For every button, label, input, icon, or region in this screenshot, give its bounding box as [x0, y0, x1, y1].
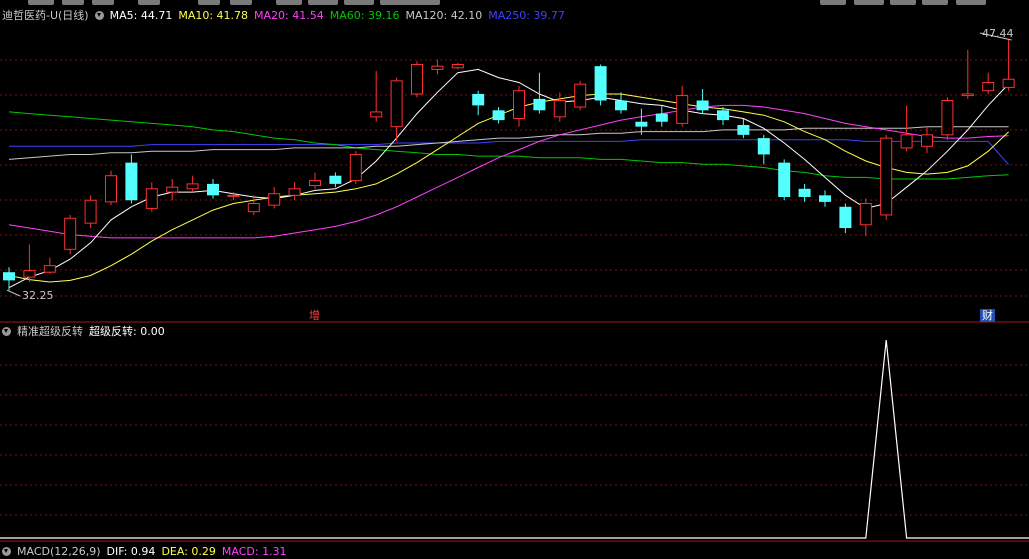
- candle-body[interactable]: [594, 66, 607, 101]
- candle-body[interactable]: [574, 83, 587, 108]
- candle-body[interactable]: [513, 90, 525, 119]
- indicator-panel-header: 精准超级反转 超级反转: 0.00: [2, 325, 171, 339]
- candle-body[interactable]: [819, 195, 831, 202]
- candle-body[interactable]: [431, 65, 444, 70]
- candle-body[interactable]: [43, 265, 56, 273]
- ma10-label: MA10: 41.78: [178, 9, 249, 22]
- candle-body[interactable]: [982, 82, 995, 92]
- candle-body[interactable]: [84, 199, 97, 224]
- candle-body[interactable]: [798, 188, 811, 197]
- ma10-line: [8, 93, 1009, 283]
- dropdown-icon[interactable]: [94, 11, 104, 20]
- kline-chart[interactable]: [0, 0, 1029, 556]
- candle-body[interactable]: [349, 153, 362, 182]
- candle-body[interactable]: [737, 125, 750, 135]
- candle-body[interactable]: [247, 203, 260, 213]
- candle-body[interactable]: [145, 188, 158, 209]
- candle-body[interactable]: [309, 180, 321, 187]
- candle-body[interactable]: [676, 95, 689, 124]
- candle-body[interactable]: [329, 175, 342, 184]
- candle-body[interactable]: [1002, 78, 1015, 88]
- ma60-label: MA60: 39.16: [329, 9, 400, 22]
- stock-name[interactable]: 迪哲医药-U(日线): [2, 9, 89, 22]
- candle-body[interactable]: [166, 186, 179, 193]
- candle-body[interactable]: [370, 111, 383, 118]
- candle-body[interactable]: [207, 183, 219, 196]
- candle-body[interactable]: [757, 138, 770, 155]
- candle-body[interactable]: [880, 137, 893, 216]
- candle-body[interactable]: [451, 64, 464, 69]
- candle-body[interactable]: [655, 113, 668, 122]
- candle-body[interactable]: [859, 203, 872, 226]
- high-price-label: 47.44: [982, 27, 1014, 40]
- ma250-line: [9, 139, 1009, 166]
- macd-panel-header: MACD(12,26,9) DIF: 0.94 DEA: 0.29 MACD: 1.3…: [2, 545, 293, 559]
- candle-body[interactable]: [23, 270, 36, 278]
- candle-body[interactable]: [961, 93, 974, 97]
- candle-body[interactable]: [839, 206, 852, 229]
- candle-body[interactable]: [492, 110, 505, 121]
- candle-body[interactable]: [941, 99, 954, 136]
- macd-label[interactable]: MACD(12,26,9): [17, 545, 101, 558]
- candle-body[interactable]: [533, 98, 546, 111]
- ma120-label: MA120: 42.10: [405, 9, 483, 22]
- dif-label: DIF: 0.94: [106, 545, 156, 558]
- low-price-label: 32.25: [22, 289, 54, 302]
- reversal-signal-line: [0, 339, 1029, 539]
- indicator-value: 超级反转: 0.00: [89, 325, 165, 338]
- dropdown-icon[interactable]: [2, 547, 11, 556]
- candle-body[interactable]: [778, 162, 791, 197]
- candle-body[interactable]: [696, 100, 709, 111]
- ma20-label: MA20: 41.54: [254, 9, 324, 22]
- candle-body[interactable]: [64, 217, 77, 250]
- ma20-line: [8, 104, 1009, 239]
- zeng-marker[interactable]: 增: [307, 309, 322, 322]
- candle-body[interactable]: [268, 193, 281, 206]
- candle-body[interactable]: [921, 134, 933, 147]
- candle-body[interactable]: [227, 194, 240, 197]
- candle-body[interactable]: [472, 93, 485, 106]
- candle-body[interactable]: [411, 64, 423, 95]
- candle-body[interactable]: [390, 80, 403, 128]
- ma120-line: [8, 126, 1009, 160]
- candle-body[interactable]: [717, 110, 729, 121]
- dea-label: DEA: 0.29: [161, 545, 216, 558]
- candle-body[interactable]: [3, 272, 15, 281]
- candle-body[interactable]: [105, 175, 117, 203]
- candle-body[interactable]: [553, 99, 566, 118]
- candle-body[interactable]: [125, 162, 138, 201]
- low-pointer: [6, 289, 21, 297]
- ma60-line: [8, 111, 1009, 180]
- candle-body[interactable]: [186, 183, 199, 190]
- ma250-label: MA250: 39.77: [488, 9, 565, 22]
- candle-body[interactable]: [615, 100, 627, 111]
- indicator-title[interactable]: 精准超级反转: [17, 325, 83, 338]
- price-panel-header: 迪哲医药-U(日线) MA5: 44.71 MA10: 41.78 MA20: 41.…: [2, 9, 571, 23]
- ma5-label: MA5: 44.71: [109, 9, 173, 22]
- candle-body[interactable]: [288, 188, 301, 196]
- dropdown-icon[interactable]: [2, 327, 11, 336]
- macd-value-label: MACD: 1.31: [221, 545, 287, 558]
- ma5-line: [8, 68, 1009, 289]
- cai-marker[interactable]: 财: [980, 309, 995, 322]
- candle-body[interactable]: [635, 121, 648, 127]
- candle-body[interactable]: [900, 134, 913, 149]
